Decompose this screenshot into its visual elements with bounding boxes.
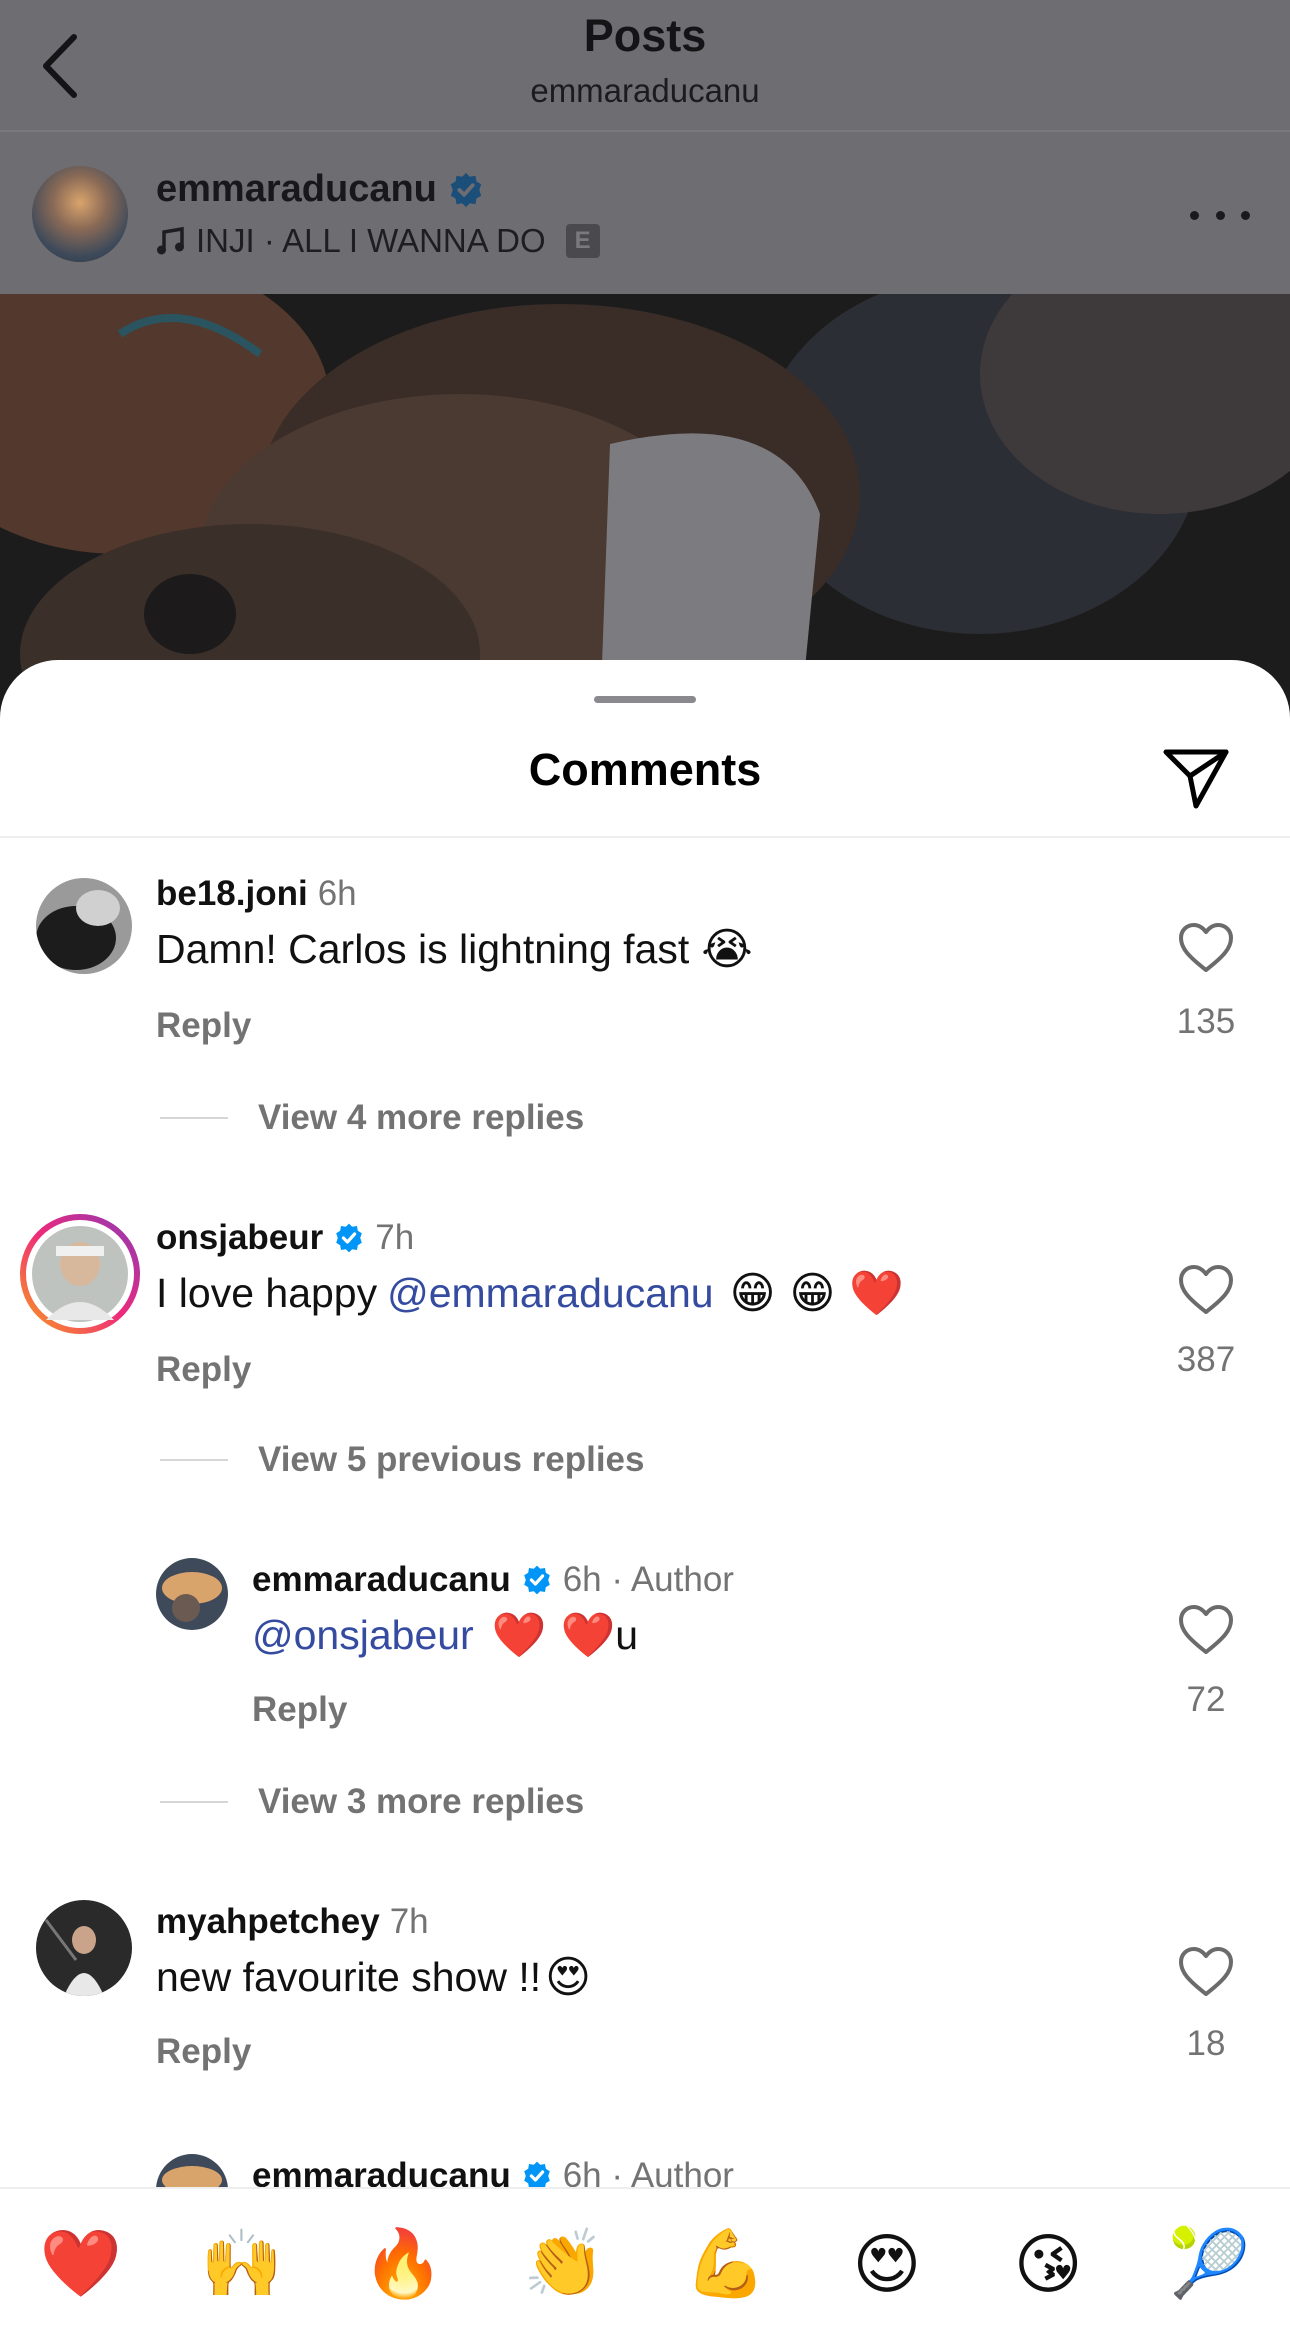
comment-body: u [615,1612,639,1658]
comment-text: new favourite show !! 😍 [156,1954,591,2001]
emoji-clap-button[interactable]: 👏 [514,2214,614,2314]
view-replies-label: View 5 previous replies [258,1440,645,1479]
music-track-text: INJI · ALL I WANNA DO [196,222,546,259]
emoji-fire-button[interactable]: 🔥 [353,2214,453,2314]
like-count: 387 [1176,1340,1236,1379]
comment-header: emmaraducanu 6h · Author [252,2156,734,2187]
verified-badge-icon [450,172,482,207]
like-count: 135 [1176,1002,1236,1041]
heart-icon [1179,1265,1233,1314]
sheet-drag-handle[interactable] [594,696,696,703]
emoji-kiss-button[interactable]: 😘 [998,2214,1098,2314]
heart-icon [1179,923,1233,972]
avatar[interactable] [36,1900,132,1996]
comment-text: I love happy @emmaraducanu 😁 😁 ❤️ [156,1270,904,1317]
comment-time: 6h · Author [562,1560,734,1599]
comments-title: Comments [528,744,762,795]
reply-button[interactable]: Reply [156,1006,251,1046]
comment-text: @onsjabeur ❤️ ❤️ u [252,1612,638,1659]
avatar[interactable] [20,1214,140,1334]
emoji-heart-eyes-button[interactable]: 😍 [837,2214,937,2314]
top-navigation-bar: Posts emmaraducanu [0,0,1290,132]
heart-icon [1179,1605,1233,1654]
view-previous-replies[interactable]: View 5 previous replies [160,1440,645,1480]
comment-username[interactable]: onsjabeur [156,1218,323,1258]
avatar[interactable] [156,1558,228,1630]
divider [160,1117,228,1119]
reply-button[interactable]: Reply [156,2032,251,2072]
divider [160,1459,228,1461]
heart-eyes-emoji: 😍 [545,1951,592,2003]
crying-face-emoji: 😭 [701,923,753,975]
emoji-heart-button[interactable]: ❤️ [31,2214,131,2314]
more-options-button[interactable] [1190,200,1250,230]
like-count: 18 [1186,2024,1226,2063]
comment-username[interactable]: emmaraducanu [252,1560,511,1600]
comment-username[interactable]: emmaraducanu [252,2156,511,2187]
like-button[interactable] [1178,1946,1234,1998]
view-replies-label: View 4 more replies [258,1098,585,1137]
mention-link[interactable]: @emmaraducanu [387,1270,714,1317]
emoji-raised-hands-button[interactable]: 🙌 [192,2214,292,2314]
view-more-replies[interactable]: View 4 more replies [160,1098,584,1138]
comment-body: I love happy [156,1270,378,1316]
comment-header: myahpetchey 7h [156,1902,429,1942]
like-button[interactable] [1178,1264,1234,1316]
verified-badge-icon [523,2161,550,2187]
view-more-replies[interactable]: View 3 more replies [160,1782,584,1822]
paper-plane-icon [1163,749,1229,809]
quick-reaction-bar: ❤️ 🙌 🔥 👏 💪 😍 😘 🎾 [0,2187,1290,2339]
dot-icon [1215,210,1225,220]
post-image [0,294,1290,720]
like-count: 72 [1186,1680,1226,1719]
like-button[interactable] [1178,1604,1234,1656]
view-replies-label: View 3 more replies [258,1782,585,1821]
comment-time: 7h [375,1218,415,1257]
comment-text: Damn! Carlos is lightning fast 😭 [156,926,753,973]
comment-time: 6h [317,874,357,913]
post-screen-background: Posts emmaraducanu emmaraducanu INJI · A… [0,0,1290,720]
comment-header: emmaraducanu 6h · Author [252,1560,734,1600]
emoji-flex-button[interactable]: 💪 [676,2214,776,2314]
reply-button[interactable]: Reply [156,1350,251,1390]
post-author-avatar[interactable] [32,166,128,262]
emoji-group: 😁 😁 ❤️ [729,1267,905,1319]
avatar[interactable] [156,2154,228,2187]
post-header: emmaraducanu INJI · ALL I WANNA DO E [0,132,1290,292]
comment-header: be18.joni 6h [156,874,357,914]
explicit-badge: E [565,224,600,258]
mention-link[interactable]: @onsjabeur [252,1612,474,1659]
reply-item: emmaraducanu 6h · Author [0,2150,1290,2187]
reply-button[interactable]: Reply [252,1690,347,1730]
post-author-username[interactable]: emmaraducanu [156,168,485,211]
dot-icon [1190,210,1199,220]
share-button[interactable] [1160,740,1232,812]
dot-icon [1241,210,1250,220]
comment-username[interactable]: myahpetchey [156,1902,380,1942]
divider [0,836,1290,838]
comment-time: 7h [389,1902,429,1941]
emoji-tennis-ball-button[interactable]: 🎾 [1159,2214,1259,2314]
comment-username[interactable]: be18.joni [156,874,308,914]
comment-body: Damn! Carlos is lightning fast [156,926,690,972]
comment-time: 6h · Author [562,2156,734,2187]
music-note-icon [157,226,184,255]
like-button[interactable] [1178,922,1234,974]
page-title: Posts [583,10,707,61]
comment-header: onsjabeur 7h [156,1218,414,1258]
divider [160,1801,228,1803]
page-subtitle: emmaraducanu [530,72,760,109]
verified-badge-icon [523,1565,550,1595]
comment-body: new favourite show !! [156,1954,542,2000]
post-author-name: emmaraducanu [156,168,437,210]
verified-badge-icon [336,1223,363,1253]
avatar[interactable] [36,878,132,974]
heart-icon [1179,1947,1233,1996]
heart-emoji-group: ❤️ ❤️ [491,1609,616,1661]
post-music-label[interactable]: INJI · ALL I WANNA DO E [156,222,600,260]
